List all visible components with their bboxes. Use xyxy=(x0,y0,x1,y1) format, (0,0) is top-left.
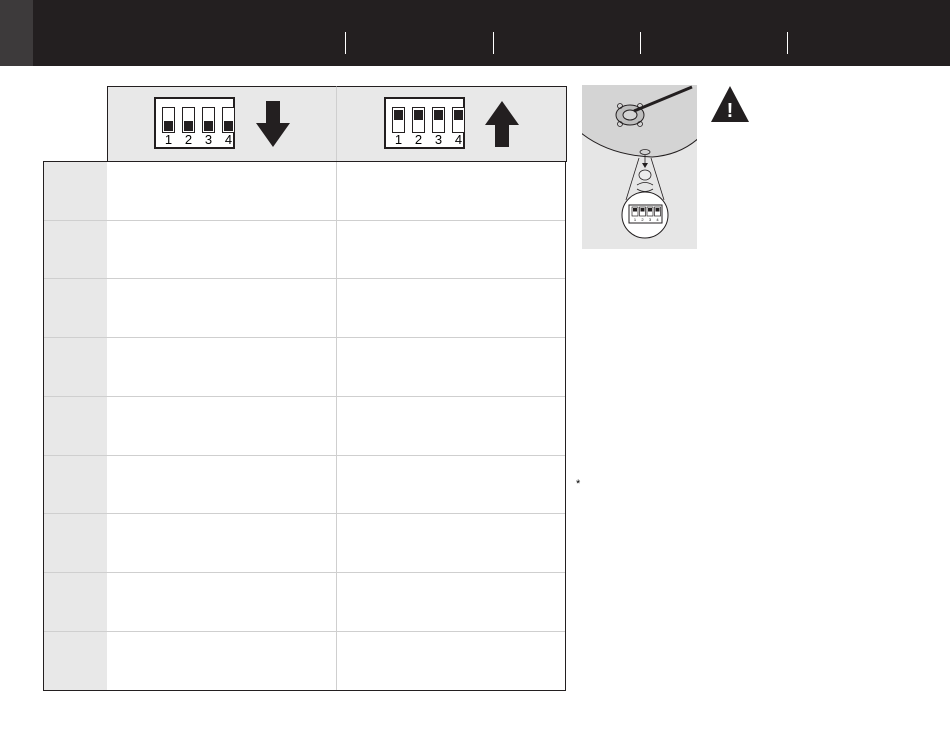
dip-switch-location-icon: 1 2 3 4 xyxy=(582,85,697,239)
up-arrow-icon xyxy=(485,101,519,147)
switch-number: 2 xyxy=(184,132,193,147)
footnote-marker: * xyxy=(576,478,581,490)
header-divider xyxy=(345,32,346,54)
header-divider xyxy=(640,32,641,54)
switch-number: 1 xyxy=(394,132,403,147)
header-divider xyxy=(787,32,788,54)
switch-number: 3 xyxy=(204,132,213,147)
table-frame xyxy=(43,161,566,691)
warning-symbol: ! xyxy=(727,100,734,122)
table-row-divider xyxy=(44,278,565,279)
dip-switch-up: 1 2 3 4 xyxy=(384,97,465,149)
switch-number: 1 xyxy=(164,132,173,147)
table-row-divider xyxy=(44,220,565,221)
column-header-switches-up: 1 2 3 4 xyxy=(336,86,567,162)
switch-number: 4 xyxy=(224,132,233,147)
table-row-divider xyxy=(44,455,565,456)
table-row-divider xyxy=(44,572,565,573)
dip-switch-down: 1 2 3 4 xyxy=(154,97,235,149)
table-row-divider xyxy=(44,631,565,632)
header-tab-block xyxy=(0,0,33,66)
table-row-divider xyxy=(44,513,565,514)
header-bar xyxy=(0,0,950,66)
switch-number: 4 xyxy=(454,132,463,147)
dip-switch-table: 1 2 3 4 1 2 3 4 xyxy=(43,86,567,691)
switch-number: 2 xyxy=(414,132,423,147)
warning-triangle-icon: ! xyxy=(711,86,749,122)
table-row-divider xyxy=(44,396,565,397)
column-divider xyxy=(336,162,337,690)
table-row-divider xyxy=(44,337,565,338)
row-label-column xyxy=(44,162,107,690)
header-divider xyxy=(493,32,494,54)
switch-number: 3 xyxy=(434,132,443,147)
down-arrow-icon xyxy=(256,101,290,147)
dip-switch-location-illustration: 1 2 3 4 xyxy=(582,85,697,249)
column-header-switches-down: 1 2 3 4 xyxy=(107,86,337,162)
